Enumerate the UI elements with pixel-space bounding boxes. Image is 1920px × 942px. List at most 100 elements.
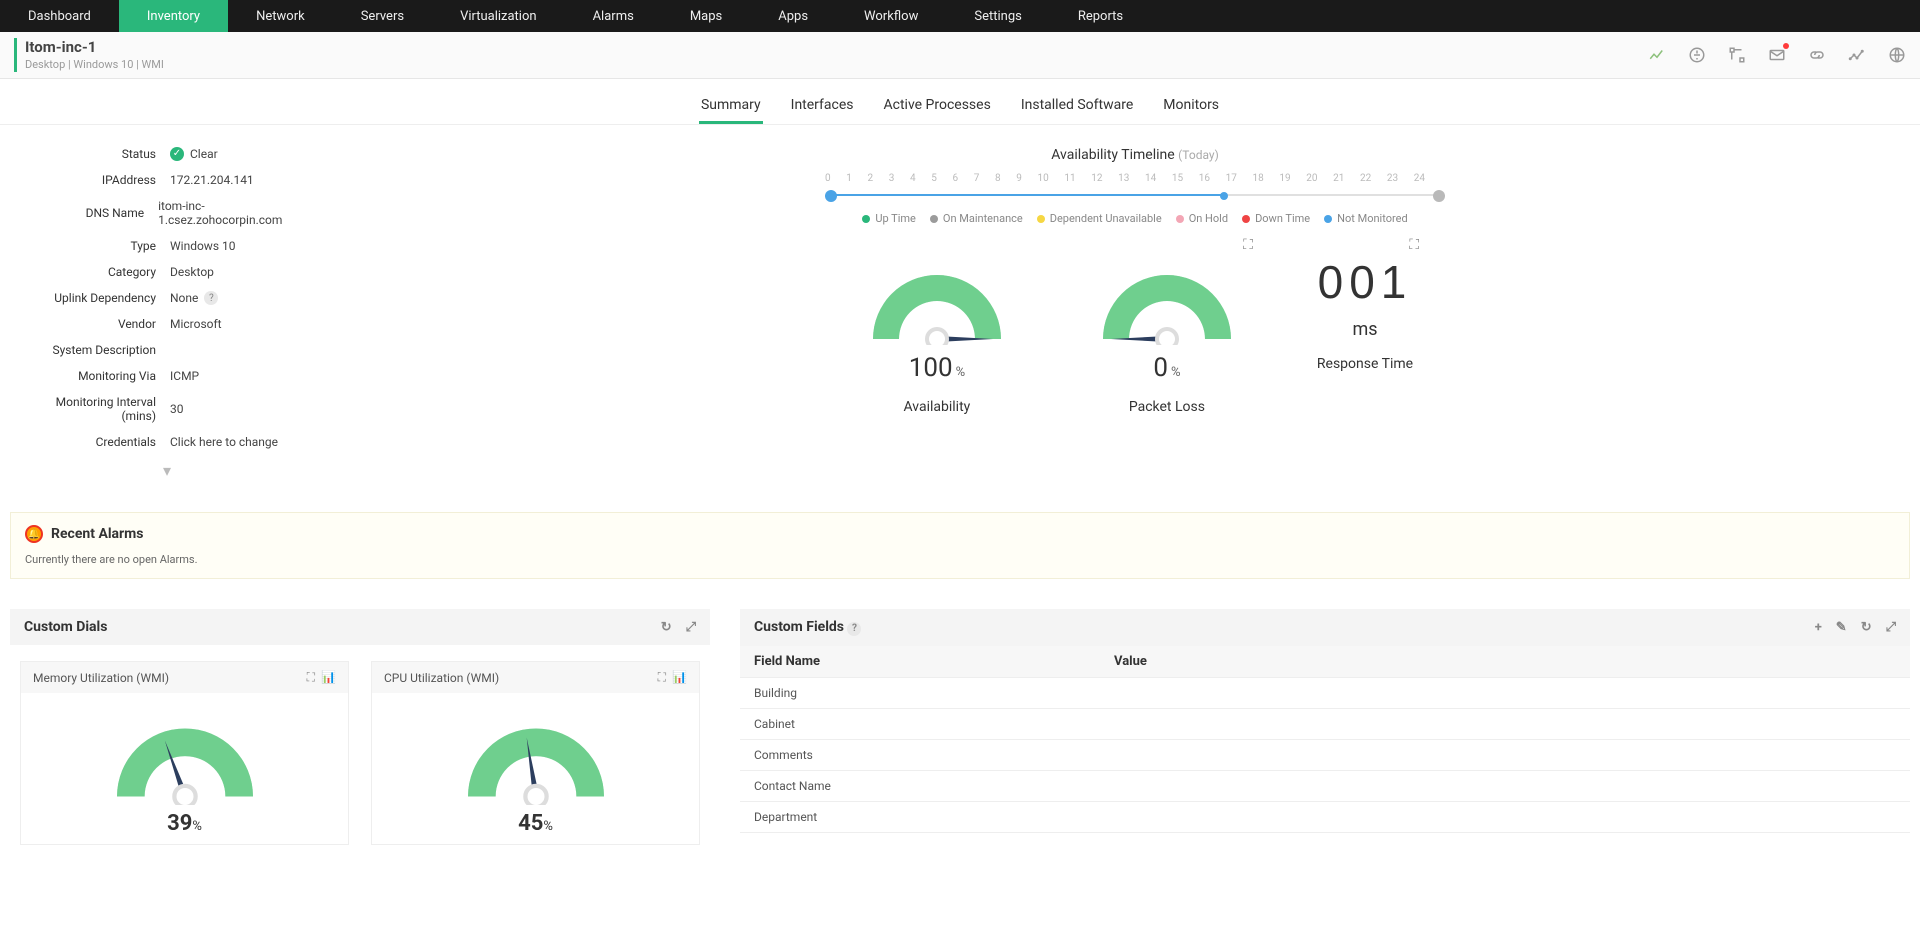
nav-item-alarms[interactable]: Alarms [565, 0, 662, 32]
legend-up-time: Up Time [862, 212, 916, 225]
header-actions [1648, 46, 1906, 64]
availability-timeline-bar[interactable] [825, 188, 1445, 204]
help-icon[interactable]: ? [204, 291, 218, 305]
legend-on-maintenance: On Maintenance [930, 212, 1023, 225]
dial-card: Memory Utilization (WMI) ⛶ 📊 39% [20, 661, 349, 845]
bars-icon[interactable]: 📊 [672, 670, 687, 685]
workflow-icon[interactable] [1728, 46, 1746, 64]
nav-item-apps[interactable]: Apps [750, 0, 836, 32]
detail-category: CategoryDesktop [20, 265, 314, 279]
refresh-icon[interactable]: ↻ [661, 620, 672, 635]
header-accent [14, 38, 17, 72]
detail-credentials: CredentialsClick here to change [20, 435, 314, 449]
tab-interfaces[interactable]: Interfaces [789, 89, 856, 124]
dial-value: 39% [21, 811, 348, 836]
detail-ipaddress: IPAddress172.21.204.141 [20, 173, 314, 187]
recent-alarms-panel: 🔔 Recent Alarms Currently there are no o… [10, 512, 1910, 579]
recent-alarms-body: Currently there are no open Alarms. [25, 553, 1895, 566]
chevron-down-icon[interactable]: ▾ [20, 461, 314, 480]
threshold-icon[interactable]: ⛶ [658, 670, 666, 685]
credentials-link[interactable]: Click here to change [170, 435, 278, 449]
mail-icon[interactable] [1768, 46, 1786, 64]
response-label: Response Time [1317, 356, 1413, 372]
threshold-icon[interactable]: ⛶ [1409, 237, 1419, 253]
bars-icon[interactable]: 📊 [321, 670, 336, 685]
detail-dns-name: DNS Nameitom-inc-1.csez.zohocorpin.com [20, 199, 314, 227]
nav-item-virtualization[interactable]: Virtualization [432, 0, 565, 32]
nav-item-inventory[interactable]: Inventory [119, 0, 228, 32]
header-bar: Itom-inc-1 Desktop | Windows 10 | WMI [0, 32, 1920, 79]
dial-card: CPU Utilization (WMI) ⛶ 📊 45% [371, 661, 700, 845]
nav-item-settings[interactable]: Settings [946, 0, 1049, 32]
availability-label: Availability [857, 399, 1017, 415]
detail-system-description: System Description [20, 343, 314, 357]
legend-dependent-unavailable: Dependent Unavailable [1037, 212, 1162, 225]
add-icon[interactable]: + [1815, 620, 1822, 635]
nav-item-dashboard[interactable]: Dashboard [0, 0, 119, 32]
detail-monitoring-via: Monitoring ViaICMP [20, 369, 314, 383]
nav-item-servers[interactable]: Servers [333, 0, 432, 32]
sub-tabs: Summary Interfaces Active Processes Install… [0, 79, 1920, 125]
alarm-bell-icon: 🔔 [25, 525, 43, 543]
threshold-icon[interactable]: ⛶ [307, 670, 315, 685]
dial-value: 45% [372, 811, 699, 836]
response-unit: ms [1317, 319, 1413, 340]
custom-field-row[interactable]: Cabinet [740, 709, 1910, 740]
response-value: 001 [1317, 255, 1413, 309]
custom-dials-title: Custom Dials [24, 619, 107, 635]
breadcrumb: Desktop | Windows 10 | WMI [25, 58, 164, 71]
timeline-ticks: 0123456789101112131415161718192021222324 [825, 169, 1445, 188]
detail-type: TypeWindows 10 [20, 239, 314, 253]
custom-fields-header: Field Name Value [740, 646, 1910, 678]
legend-not-monitored: Not Monitored [1324, 212, 1408, 225]
refresh-icon[interactable]: ↻ [1861, 620, 1872, 635]
summary-area: Availability Timeline (Today) 0123456789… [360, 147, 1910, 480]
page-title: Itom-inc-1 [25, 38, 164, 56]
link-icon[interactable] [1808, 46, 1826, 64]
packet-loss-value: 0% [1087, 353, 1247, 383]
timeline-mid-dot [1220, 192, 1228, 200]
timeline-end-dot [1433, 190, 1445, 202]
packet-loss-label: Packet Loss [1087, 399, 1247, 415]
expand-icon[interactable]: ⤢ [1886, 620, 1896, 635]
tab-active-processes[interactable]: Active Processes [882, 89, 993, 124]
timeline-title: Availability Timeline (Today) [360, 147, 1910, 163]
tab-monitors[interactable]: Monitors [1161, 89, 1221, 124]
recent-alarms-title: Recent Alarms [51, 526, 144, 542]
custom-dials-panel: Custom Dials ↻ ⤢ Memory Utilization (WMI… [10, 609, 710, 861]
dial-title: Memory Utilization (WMI) [33, 671, 169, 685]
globe-icon[interactable] [1888, 46, 1906, 64]
edit-icon[interactable]: ✎ [1836, 620, 1847, 635]
chart-icon[interactable] [1648, 46, 1666, 64]
custom-field-row[interactable]: Contact Name [740, 771, 1910, 802]
status-ok-icon [170, 147, 184, 161]
dial-title: CPU Utilization (WMI) [384, 671, 499, 685]
custom-fields-panel: Custom Fields ? + ✎ ↻ ⤢ Field Name Value… [740, 609, 1910, 861]
nav-item-workflow[interactable]: Workflow [836, 0, 946, 32]
timeline-legend: Up Time On Maintenance Dependent Unavailab… [360, 212, 1910, 225]
expand-icon[interactable]: ⤢ [686, 620, 696, 635]
detail-vendor: VendorMicrosoft [20, 317, 314, 331]
threshold-icon[interactable]: ⛶ [1243, 237, 1253, 253]
detail-status: StatusClear [20, 147, 314, 161]
nav-item-maps[interactable]: Maps [662, 0, 750, 32]
timeline-start-dot [825, 190, 837, 202]
custom-fields-title: Custom Fields [754, 619, 844, 635]
custom-field-row[interactable]: Comments [740, 740, 1910, 771]
custom-field-row[interactable]: Building [740, 678, 1910, 709]
nav-item-reports[interactable]: Reports [1050, 0, 1151, 32]
packet-loss-gauge: ⛶ 0% Packet Loss [1087, 255, 1247, 415]
legend-down-time: Down Time [1242, 212, 1310, 225]
tab-installed-software[interactable]: Installed Software [1019, 89, 1135, 124]
help-icon[interactable]: ? [847, 622, 861, 636]
trend-icon[interactable] [1848, 46, 1866, 64]
alert-icon[interactable] [1688, 46, 1706, 64]
detail-monitoring-interval-mins-: Monitoring Interval (mins)30 [20, 395, 314, 423]
tab-summary[interactable]: Summary [699, 89, 763, 124]
device-details: StatusClear IPAddress172.21.204.141 DNS Na… [10, 147, 320, 480]
availability-gauge: 100% Availability [857, 255, 1017, 415]
top-nav: DashboardInventoryNetworkServersVirtuali… [0, 0, 1920, 32]
nav-item-network[interactable]: Network [228, 0, 333, 32]
custom-field-row[interactable]: Department [740, 802, 1910, 833]
availability-value: 100% [857, 353, 1017, 383]
